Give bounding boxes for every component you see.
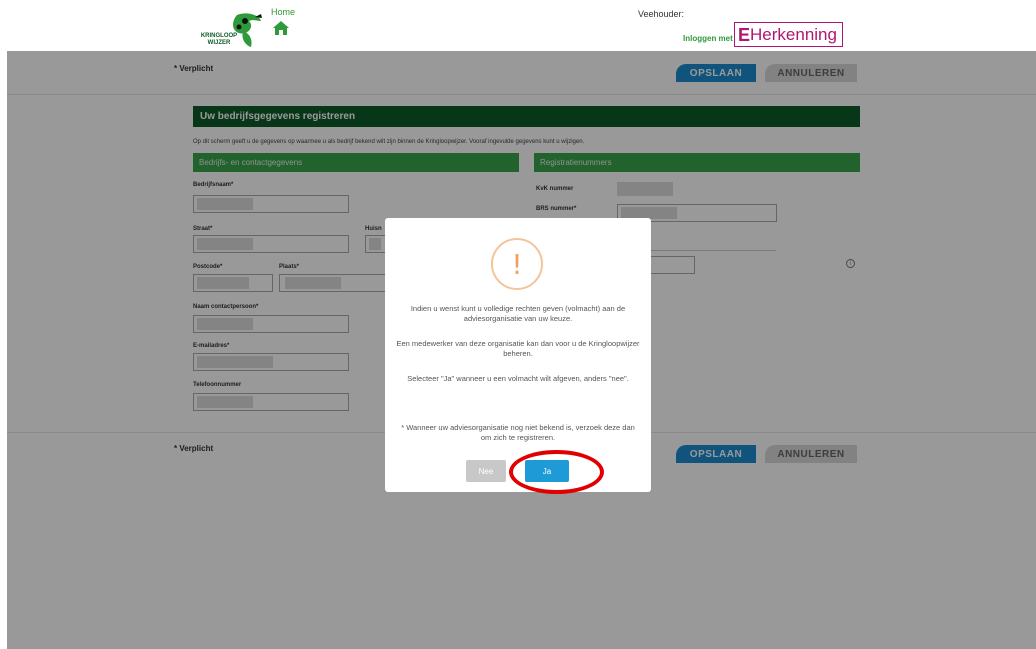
highlight-circle (509, 450, 604, 494)
logo-text-top: KRINGLOOP (200, 33, 238, 39)
logo-text-bottom: WIJZER (207, 40, 231, 46)
home-icon[interactable] (272, 20, 290, 41)
no-button[interactable]: Nee (466, 460, 506, 482)
eherkenning-label: Herkenning (750, 24, 837, 44)
dialog-text-4: * Wanneer uw adviesorganisatie nog niet … (401, 423, 635, 442)
dialog-text-2: Een medewerker van deze organisatie kan … (396, 339, 640, 358)
home-link[interactable]: Home (271, 7, 295, 17)
eherkenning-login-button[interactable]: E Herkenning (734, 22, 843, 47)
kringloopwijzer-logo[interactable]: KRINGLOOP WIJZER (197, 9, 267, 51)
page: KRINGLOOP WIJZER Home Veehouder: Inlogge… (0, 0, 1036, 649)
site-header: KRINGLOOP WIJZER Home Veehouder: Inlogge… (7, 5, 1036, 51)
login-label: Inloggen met (683, 34, 733, 43)
warning-icon: ! (491, 238, 543, 290)
browser-viewport: KRINGLOOP WIJZER Home Veehouder: Inlogge… (7, 5, 1036, 649)
dialog-text-3: Selecteer "Ja" wanneer u een volmacht wi… (407, 374, 629, 383)
veehouder-label: Veehouder: (638, 9, 685, 19)
dialog-text-1: Indien u wenst kunt u volledige rechten … (410, 304, 626, 323)
volmacht-dialog: ! Indien u wenst kunt u volledige rechte… (385, 218, 651, 492)
eherkenning-e-icon: E (738, 24, 751, 45)
